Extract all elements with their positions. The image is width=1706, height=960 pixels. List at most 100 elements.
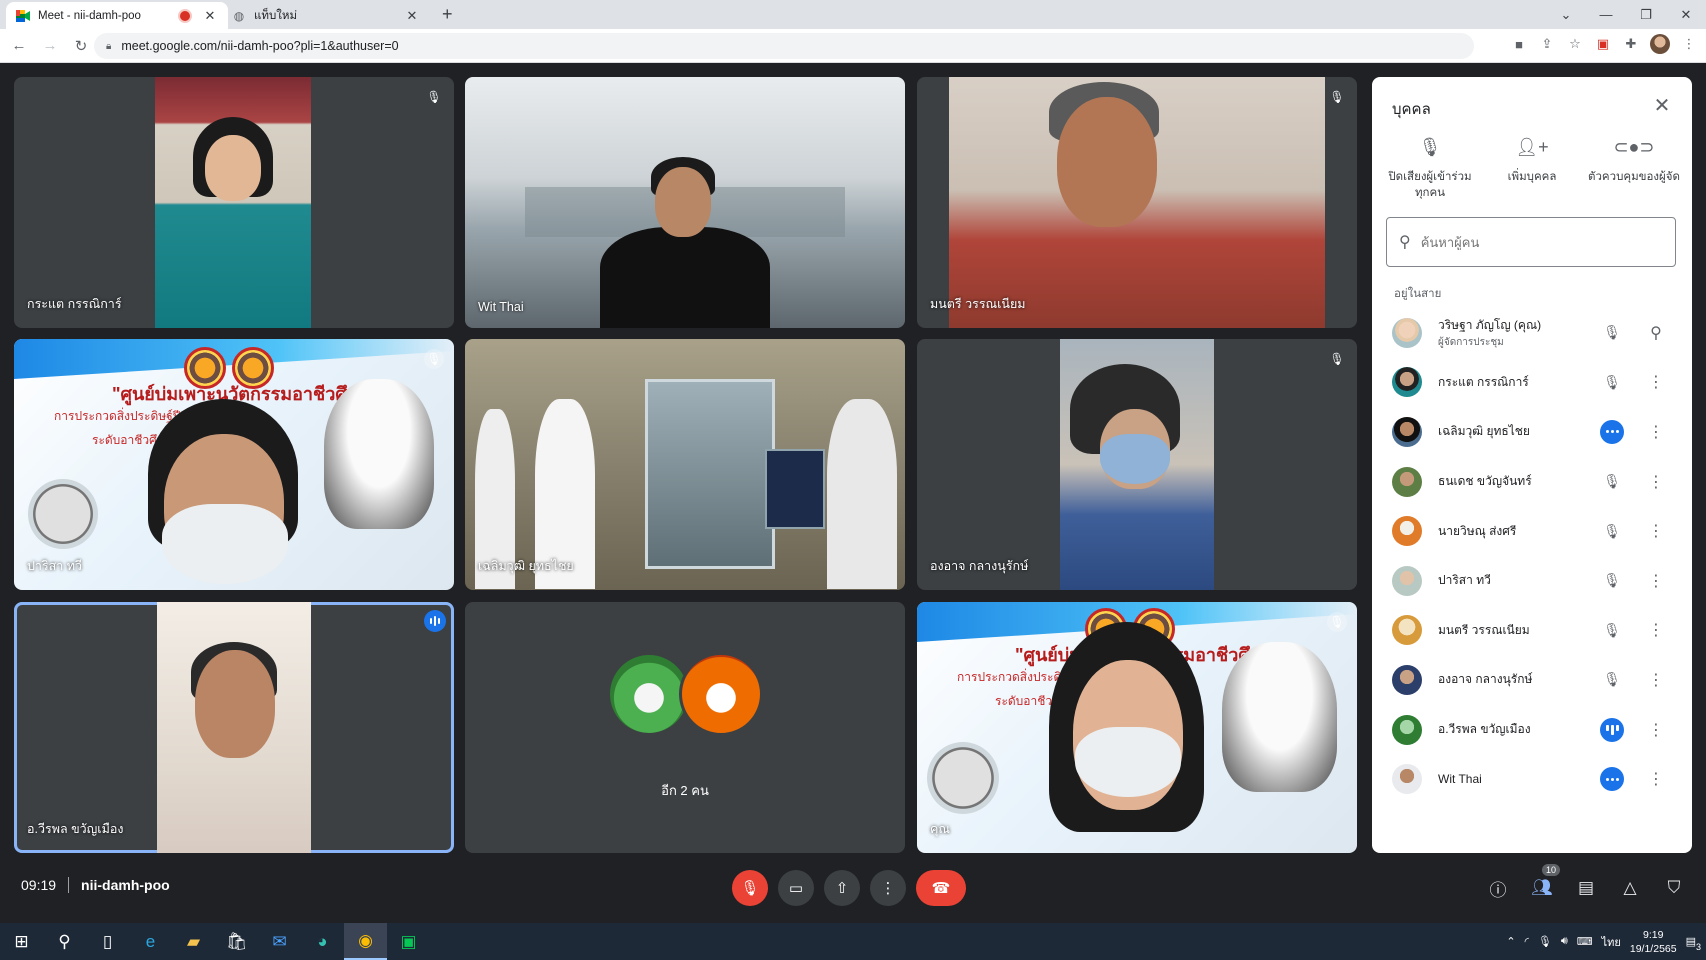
keyboard-icon[interactable]: ⌨ [1577,935,1593,948]
more-options-icon[interactable]: ⋮ [1646,571,1666,591]
close-tab-icon[interactable]: ✕ [404,8,420,24]
list-item[interactable]: นายวิษณุ ส่งศรี 🎙︎ ⋮ [1372,506,1692,556]
list-item[interactable]: กระแต กรรณิการ์ 🎙︎ ⋮ [1372,358,1692,408]
line-app-icon[interactable]: ▣ [387,923,430,960]
chevron-down-icon[interactable]: ⌄ [1546,7,1586,23]
close-icon[interactable]: ✕ [1648,91,1676,119]
participant-tile-self[interactable]: "ศูนย์บ่มเพาะนวัตกรรมอาชีวศึกษา" การประก… [917,602,1357,853]
participant-tile[interactable]: เฉลิมวุฒิ ยุทธไชย [465,339,905,590]
mic-off-icon: 🎙︎ [740,880,760,897]
search-people-field[interactable]: ⚲ [1386,217,1676,267]
participant-tile[interactable]: 🎙︎ กระแต กรรณิการ์ [14,77,454,328]
participant-tile[interactable]: 🎙︎ มนตรี วรรณเนียม [917,77,1357,328]
more-options-icon[interactable]: ⋮ [1646,769,1666,789]
participant-tile[interactable]: "ศูนย์บ่มเพาะนวัตกรรมอาชีวศึกษา" การประก… [14,339,454,590]
windows-start-icon[interactable]: ⊞ [0,923,43,960]
bookmark-star-icon[interactable]: ☆ [1566,35,1584,53]
mic-off-icon: 🎙︎ [1603,473,1621,490]
chrome-icon[interactable]: ◉ [344,923,387,960]
people-button[interactable]: 👥︎ 10 [1530,864,1560,900]
participant-tile[interactable]: Wit Thai [465,77,905,328]
search-input[interactable] [1420,234,1651,250]
activities-icon: △ [1623,878,1637,897]
chrome-menu-icon[interactable]: ⋮ [1680,35,1698,53]
back-icon[interactable]: ← [7,37,31,54]
search-icon[interactable]: ⚲ [43,923,86,960]
close-icon[interactable]: ✕ [1666,7,1706,23]
puzzle-extensions-icon[interactable]: ✚ [1622,35,1640,53]
close-tab-icon[interactable]: ✕ [202,8,218,24]
more-options-icon[interactable]: ⋮ [1646,422,1666,442]
mic-off-icon: 🎙︎ [1603,572,1621,589]
pin-icon[interactable]: ⚲ [1646,323,1666,343]
avatar [1392,317,1422,348]
system-tray: ⌃ ◜ 🎙︎ 🔊︎ ⌨ ไทย 9:19 19/1/2565 ▤ 3 [1506,923,1706,960]
mic-off-icon: 🎙︎ [1603,522,1621,539]
forward-icon[interactable]: → [38,37,62,54]
taskbar-clock[interactable]: 9:19 19/1/2565 [1630,928,1677,956]
list-item[interactable]: วริษฐา ภัญโญ (คุณ) ผู้จัดการประชุม 🎙︎ ⚲ [1372,308,1692,358]
list-item[interactable]: ธนเดช ขวัญจันทร์ 🎙︎ ⋮ [1372,457,1692,507]
camera-toggle-button[interactable]: ▭ [778,870,814,906]
microphone-icon[interactable]: 🎙︎ [1538,935,1552,948]
participant-tile-speaking[interactable]: อ.วีรพล ขวัญเมือง [14,602,454,853]
tab-title: Meet - nii-damh-poo [38,9,141,22]
clock-time: 9:19 [1643,928,1664,941]
mic-toggle-button[interactable]: 🎙︎ [732,870,768,906]
extension-red-icon[interactable]: ▣ [1594,35,1612,53]
camera-in-use-icon[interactable]: ■ [1510,35,1528,53]
more-participants-tile[interactable]: อีก 2 คน [465,602,905,853]
more-options-icon[interactable]: ⋮ [1646,620,1666,640]
input-language[interactable]: ไทย [1602,933,1621,951]
mic-off-icon: 🎙︎ [1418,137,1442,157]
mail-icon[interactable]: ✉ [258,923,301,960]
list-item[interactable]: Wit Thai ⋮ [1372,754,1692,804]
list-item[interactable]: ปาริสา ทวี 🎙︎ ⋮ [1372,556,1692,606]
notification-icon[interactable]: ▤ 3 [1686,935,1701,952]
profile-avatar[interactable] [1650,34,1670,54]
participant-tile[interactable]: 🎙︎ องอาจ กลางนุรักษ์ [917,339,1357,590]
store-icon[interactable]: 🛍︎ [215,923,258,960]
more-options-icon[interactable]: ⋮ [1646,521,1666,541]
minimize-icon[interactable]: — [1586,7,1626,22]
wifi-icon[interactable]: ◜ [1525,935,1529,948]
call-controls: 🎙︎ ▭ ⇧ ⋮ ☎ [732,870,966,906]
restore-icon[interactable]: ❐ [1626,7,1666,23]
host-controls-button[interactable]: ⛉ [1662,876,1686,900]
more-options-icon[interactable]: ⋮ [1646,372,1666,392]
host-controls-button[interactable]: ⊂●⊃ ตัวควบคุมของผู้จัด [1586,138,1682,201]
meeting-details-button[interactable]: ⓘ [1486,876,1510,900]
more-options-icon[interactable]: ⋮ [1646,670,1666,690]
window-controls: ⌄ — ❐ ✕ [1546,0,1706,29]
internet-explorer-icon[interactable]: e [129,923,172,960]
task-view-icon[interactable]: ▯ [86,923,129,960]
tab-meet[interactable]: Meet - nii-damh-poo ✕ [6,2,228,29]
list-item[interactable]: องอาจ กลางนุรักษ์ 🎙︎ ⋮ [1372,655,1692,705]
new-tab-button[interactable]: + [442,4,453,25]
chat-button[interactable]: ▤ [1574,876,1598,900]
chevron-up-icon[interactable]: ⌃ [1506,935,1515,948]
activities-button[interactable]: △ [1618,876,1642,900]
reload-icon[interactable]: ↻ [69,37,93,55]
tab-new[interactable]: ◍ แท็บใหม่ ✕ [222,2,430,29]
avatar [1392,714,1422,745]
participant-name: กระแต กรรณิการ์ [27,297,122,311]
add-people-button[interactable]: 👤︎+ เพิ่มบุคคล [1484,138,1580,201]
share-icon[interactable]: ⇪ [1538,35,1556,53]
leave-call-button[interactable]: ☎ [916,870,966,906]
more-options-icon[interactable]: ⋮ [1646,720,1666,740]
more-options-button[interactable]: ⋮ [870,870,906,906]
edge-icon[interactable]: ◕ [301,923,344,960]
list-item[interactable]: มนตรี วรรณเนียม 🎙︎ ⋮ [1372,606,1692,656]
volume-icon[interactable]: 🔊︎ [1561,935,1568,948]
file-explorer-icon[interactable]: ▰ [172,923,215,960]
list-item[interactable]: อ.วีรพล ขวัญเมือง ⋮ [1372,705,1692,755]
list-item[interactable]: เฉลิมวุฒิ ยุทธไชย ⋮ [1372,407,1692,457]
participant-list: วริษฐา ภัญโญ (คุณ) ผู้จัดการประชุม 🎙︎ ⚲ ก… [1372,308,1692,804]
more-options-icon[interactable]: ⋮ [1646,472,1666,492]
address-bar[interactable]: 🔒︎ meet.google.com/nii-damh-poo?pli=1&au… [94,33,1474,59]
mic-off-icon: 🎙︎ [1603,621,1621,638]
mute-all-button[interactable]: 🎙︎ ปิดเสียงผู้เข้าร่วมทุกคน [1382,137,1478,201]
present-screen-button[interactable]: ⇧ [824,870,860,906]
more-dots-status-icon [1600,419,1624,444]
